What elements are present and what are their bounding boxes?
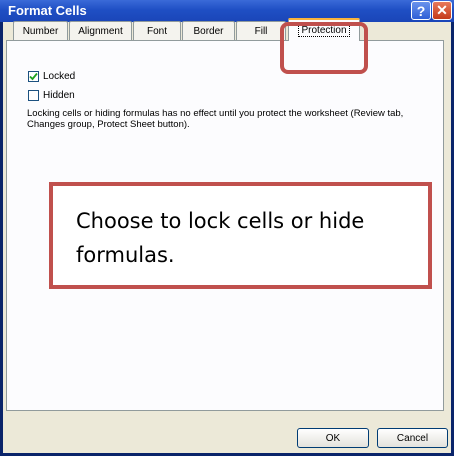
cancel-button[interactable]: Cancel (377, 428, 448, 448)
tab-border[interactable]: Border (182, 21, 235, 40)
callout-text: Choose to lock cells or hide formulas. (76, 209, 365, 267)
locked-option[interactable]: Locked (28, 71, 75, 82)
checkmark-icon (29, 72, 38, 81)
dialog-title: Format Cells (8, 3, 87, 18)
tab-label: Alignment (78, 25, 123, 37)
tab-fill[interactable]: Fill (236, 21, 286, 40)
tab-font[interactable]: Font (133, 21, 181, 40)
title-bar[interactable]: Format Cells ? ✕ (0, 0, 454, 22)
close-icon: ✕ (436, 2, 448, 18)
help-icon: ? (416, 2, 426, 19)
hidden-checkbox[interactable] (28, 90, 39, 101)
close-button[interactable]: ✕ (432, 1, 452, 20)
tab-label: Number (22, 25, 59, 37)
protection-tab-highlight (280, 22, 368, 74)
tab-alignment[interactable]: Alignment (69, 21, 132, 40)
tab-label: Font (146, 25, 167, 37)
format-cells-dialog: Format Cells ? ✕ Number Alignment Font B… (0, 0, 454, 456)
protection-info-text: Locking cells or hiding formulas has no … (27, 108, 404, 130)
locked-checkbox[interactable] (28, 71, 39, 82)
ok-button[interactable]: OK (297, 428, 369, 448)
hidden-option[interactable]: Hidden (28, 90, 75, 101)
tab-number[interactable]: Number (13, 21, 68, 40)
hidden-label: Hidden (43, 90, 75, 101)
help-button[interactable]: ? (411, 1, 431, 20)
locked-label: Locked (43, 71, 76, 82)
annotation-callout: Choose to lock cells or hide formulas. (49, 182, 432, 289)
tab-label: Border (193, 25, 224, 37)
tab-label: Fill (254, 25, 268, 37)
